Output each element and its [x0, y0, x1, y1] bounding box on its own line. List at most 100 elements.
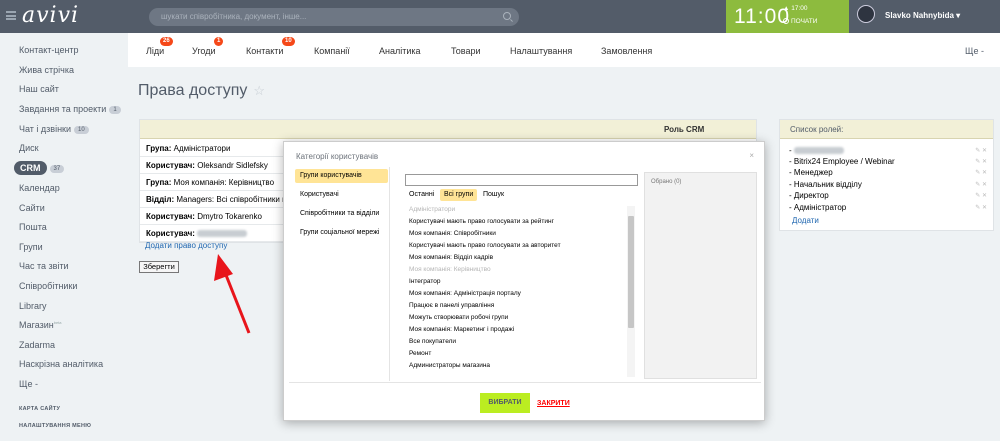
search-icon[interactable]	[503, 12, 511, 20]
list-item[interactable]: Користувачі мають право голосувати за ав…	[409, 242, 561, 249]
start-day-button[interactable]: ПОЧАТИ	[783, 18, 817, 25]
subtab-all-groups[interactable]: Всі групи	[440, 189, 478, 201]
tab-label: Налаштування	[510, 46, 573, 56]
edit-delete-icons[interactable]: ✎ ✕	[975, 192, 987, 199]
menu-settings-link[interactable]: НАЛАШТУВАННЯ МЕНЮ	[19, 423, 91, 429]
role-item[interactable]: - Начальник відділу	[789, 180, 862, 189]
tab-analytics[interactable]: Аналітика	[379, 46, 421, 56]
add-role-link[interactable]: Додати	[792, 216, 819, 225]
edit-delete-icons[interactable]: ✎ ✕	[975, 169, 987, 176]
sitemap-link[interactable]: КАРТА САЙТУ	[19, 406, 60, 412]
role-item[interactable]: -	[789, 146, 844, 155]
list-item[interactable]: Моя компанія: Відділ кадрів	[409, 254, 493, 261]
sidebar-item-feed[interactable]: Жива стрічка	[19, 65, 74, 75]
sidebar-item-label: CRM	[14, 161, 47, 175]
logo[interactable]: avivi	[22, 3, 79, 28]
role-item[interactable]: - Менеджер	[789, 168, 833, 177]
sidebar-item-shop[interactable]: Магазинbeta	[19, 320, 62, 330]
close-icon[interactable]: ×	[749, 151, 754, 160]
tab-orders[interactable]: Замовлення	[601, 46, 652, 56]
sidebar-item-time[interactable]: Час та звіти	[19, 261, 69, 271]
count-badge: 1	[214, 37, 224, 46]
list-item[interactable]: Адміністратори	[409, 206, 455, 213]
select-button[interactable]: ВИБРАТИ	[480, 393, 530, 413]
row-prefix: Відділ:	[146, 195, 175, 204]
edit-delete-icons[interactable]: ✎ ✕	[975, 147, 987, 154]
sidebar-item-analytics[interactable]: Наскрізна аналітика	[19, 359, 103, 369]
add-permission-link[interactable]: Додати право доступу	[145, 241, 227, 250]
search-input[interactable]: шукати співробітника, документ, інше...	[149, 8, 519, 26]
user-categories-dialog: Категорії користувачів × Групи користува…	[283, 141, 765, 421]
list-item[interactable]: Администраторы магазина	[409, 362, 490, 369]
row-name: Моя компанія: Керівництво	[173, 178, 275, 187]
edit-delete-icons[interactable]: ✎ ✕	[975, 204, 987, 211]
list-scrollbar[interactable]	[627, 206, 635, 377]
sidebar-item-tasks[interactable]: Завдання та проекти 1	[19, 104, 121, 114]
list-item[interactable]: Все покупатели	[409, 338, 456, 345]
list-item[interactable]: Можуть створювати робочі групи	[409, 314, 508, 321]
sidebar-item-more[interactable]: Ще -	[19, 379, 38, 389]
top-bar: avivi шукати співробітника, документ, ін…	[0, 0, 1000, 33]
list-item[interactable]: Користувачі мають право голосувати за ре…	[409, 218, 554, 225]
sidebar-item-label: Магазин	[19, 320, 54, 330]
tab-settings[interactable]: Налаштування	[510, 46, 572, 56]
worktime-widget[interactable]: 11:00 ▲ 17:00 ПОЧАТИ	[726, 0, 849, 33]
tab-employees-departments[interactable]: Співробітники та відділи	[295, 207, 388, 221]
tab-leads[interactable]: Ліди 26	[146, 37, 173, 56]
tab-deals[interactable]: Угоди 1	[192, 37, 224, 56]
list-item[interactable]: Моя компанія: Керівництво	[409, 266, 491, 273]
list-item[interactable]: Моя компанія: Адміністрація порталу	[409, 290, 521, 297]
sidebar-item-groups[interactable]: Групи	[19, 242, 43, 252]
tab-user-groups[interactable]: Групи користувачів	[295, 169, 388, 183]
tab-users[interactable]: Користувачі	[295, 188, 388, 202]
sidebar-item-our-site[interactable]: Наш сайт	[19, 84, 59, 94]
left-sidebar: Контакт-центр Жива стрічка Наш сайт Завд…	[0, 33, 128, 441]
edit-delete-icons[interactable]: ✎ ✕	[975, 181, 987, 188]
role-item[interactable]: - Bitrix24 Employee / Webinar	[789, 157, 895, 166]
dialog-search-input[interactable]	[405, 174, 638, 186]
save-button[interactable]: Зберегти	[139, 261, 179, 273]
tab-label: Замовлення	[601, 46, 653, 56]
sidebar-item-label: Чат і дзвінки	[19, 124, 72, 134]
role-item[interactable]: - Директор	[789, 191, 829, 200]
tab-label: Ліди	[146, 46, 165, 56]
sidebar-item-label: Жива стрічка	[19, 65, 74, 75]
play-icon	[783, 18, 789, 24]
menu-icon[interactable]	[6, 11, 16, 20]
sidebar-item-label: Диск	[19, 143, 39, 153]
sidebar-item-contact-center[interactable]: Контакт-центр	[19, 45, 79, 55]
sidebar-item-chat[interactable]: Чат і дзвінки 10	[19, 124, 89, 134]
avatar[interactable]	[857, 5, 875, 23]
clock-time: 11:00	[734, 5, 790, 28]
row-prefix: Користувач:	[146, 212, 195, 221]
roles-title: Список ролей:	[780, 120, 993, 139]
scrollbar-thumb[interactable]	[628, 216, 634, 328]
sidebar-item-crm[interactable]: CRM 37	[14, 161, 65, 175]
tab-products[interactable]: Товари	[451, 46, 481, 56]
list-item[interactable]: Інтегратор	[409, 278, 441, 285]
role-item[interactable]: - Адміністратор	[789, 203, 846, 212]
edit-delete-icons[interactable]: ✎ ✕	[975, 158, 987, 165]
subtab-recent[interactable]: Останні	[405, 189, 438, 201]
roles-panel: Список ролей: - - Bitrix24 Employee / We…	[779, 119, 994, 231]
sidebar-item-employees[interactable]: Співробітники	[19, 281, 77, 291]
tab-contacts[interactable]: Контакти 10	[246, 37, 295, 56]
list-item[interactable]: Працює в панелі управління	[409, 302, 494, 309]
subtab-search[interactable]: Пошук	[479, 189, 508, 201]
sidebar-item-library[interactable]: Library	[19, 301, 47, 311]
tab-companies[interactable]: Компанії	[314, 46, 350, 56]
list-item[interactable]: Моя компанія: Співробітники	[409, 230, 496, 237]
sidebar-item-calendar[interactable]: Календар	[19, 183, 60, 193]
sidebar-item-mail[interactable]: Пошта	[19, 222, 47, 232]
sidebar-item-sites[interactable]: Сайти	[19, 203, 45, 213]
user-name[interactable]: Slavko Nahnybida ▾	[885, 11, 960, 20]
sidebar-item-zadarma[interactable]: Zadarma	[19, 340, 55, 350]
role-name: Менеджер	[793, 168, 833, 177]
star-icon[interactable]: ☆	[253, 83, 265, 98]
sidebar-item-drive[interactable]: Диск	[19, 143, 39, 153]
nav-more-button[interactable]: Ще -	[965, 46, 984, 56]
close-button[interactable]: ЗАКРИТИ	[537, 400, 570, 407]
list-item[interactable]: Моя компанія: Маркетинг і продажі	[409, 326, 514, 333]
tab-social-groups[interactable]: Групи соціальної мережі	[295, 226, 388, 240]
list-item[interactable]: Ремонт	[409, 350, 431, 357]
